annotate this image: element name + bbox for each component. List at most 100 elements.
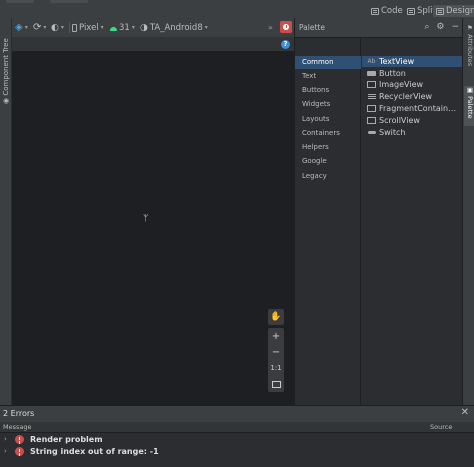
attributes-tab[interactable]: ⚑ Attributes [464,24,474,74]
actual-size-button[interactable]: 1:1 [268,360,284,376]
info-icon[interactable]: ? [281,40,290,49]
palette-item-textview[interactable]: Ab TextView [362,56,463,67]
gear-icon[interactable]: ⚙ [436,22,444,32]
palette-item-switch[interactable]: Switch [362,127,463,138]
textview-icon: Ab [367,58,376,65]
fit-screen-button[interactable] [268,376,284,392]
problems-header: 2 Errors ✕ [0,406,474,422]
api-level-dropdown[interactable]: 31 ▾ [110,21,135,34]
problems-panel: 2 Errors ✕ Message Source › Render probl… [0,405,474,467]
palette-category-common[interactable]: Common [295,56,361,69]
palette-category-widgets[interactable]: Widgets [295,98,361,111]
list-icon [367,93,376,100]
palette-categories: Common Text Buttons Widgets Layouts Cont… [295,37,361,405]
palette-panel: Palette ⌕ ⚙ − Common Text Buttons Widget… [294,18,463,405]
component-tree-tab[interactable]: ◉ Component Tree [2,38,10,104]
button-icon [367,71,376,76]
device-dropdown[interactable]: Pixel ▾ [72,21,104,34]
component-tree-strip[interactable]: ◉ Component Tree [0,18,12,405]
toolbar-divider [69,22,70,33]
palette-category-text[interactable]: Text [295,70,361,83]
chevron-down-icon: ▾ [204,24,208,31]
code-icon [371,7,379,15]
error-icon [15,446,24,456]
source-column-header[interactable]: Source [430,423,452,431]
api-level-label: 31 [119,22,130,33]
zoom-in-button[interactable]: + [268,328,284,344]
error-message: String index out of range: -1 [30,446,159,456]
component-tree-icon: ◉ [2,95,10,104]
problems-title: 2 Errors [3,409,35,418]
palette-item-label: Switch [379,128,406,137]
code-mode-button[interactable]: Code [368,5,406,17]
orientation-button[interactable]: ⟳ ▾ [33,21,46,34]
palette-item-label: ScrollView [379,116,420,125]
palette-item-imageview[interactable]: ImageView [362,79,463,90]
palette-category-helpers[interactable]: Helpers [295,141,361,154]
phone-icon [72,23,77,32]
split-icon [407,7,415,15]
palette-item-fragmentcontainer[interactable]: FragmentContain… [362,103,463,114]
palette-header: Palette ⌕ ⚙ − [295,18,463,37]
overflow-button[interactable]: » [268,21,273,34]
zoom-out-button[interactable]: − [268,344,284,360]
design-mode-button[interactable]: Design [433,5,474,17]
palette-tab[interactable]: ▣ Palette [464,86,474,126]
hand-icon: ✋ [270,312,282,322]
palette-item-label: Button [379,69,406,78]
night-mode-button[interactable]: ◐ ▾ [51,21,64,34]
attributes-icon: ⚑ [466,24,474,35]
device-label: Pixel [79,22,99,33]
right-tool-strip: ⚑ Attributes ▣ Palette [462,18,474,405]
palette-category-google[interactable]: Google [295,155,361,168]
palette-item-label: FragmentContain… [379,104,457,113]
component-tree-label: Component Tree [2,38,10,96]
theme-icon: ◑ [140,22,148,33]
design-canvas[interactable]: ᛘ [12,51,294,405]
render-error-badge[interactable] [280,21,292,33]
palette-item-recyclerview[interactable]: RecyclerView [362,91,463,102]
error-row[interactable]: › String index out of range: -1 [0,445,474,457]
layers-button[interactable]: ◈ ▾ [15,21,28,34]
design-mode-label: Design [446,6,474,16]
palette-category-buttons[interactable]: Buttons [295,84,361,97]
palette-item-label: ImageView [379,80,424,89]
chevron-down-icon: ▾ [43,24,47,31]
palette-title: Palette [299,23,325,32]
palette-body: Common Text Buttons Widgets Layouts Cont… [295,37,463,405]
scrollview-icon [367,117,376,124]
chevron-right-icon[interactable]: › [4,435,7,443]
problems-columns: Message Source [0,422,474,433]
theme-label: TA_Android8 [149,22,203,33]
layers-icon: ◈ [15,22,23,33]
chevron-down-icon: ▾ [24,24,28,31]
chevron-down-icon: ▾ [100,24,104,31]
chevron-right-icon[interactable]: › [4,447,7,455]
error-icon [15,434,24,444]
palette-category-legacy[interactable]: Legacy [295,170,361,183]
palette-category-containers[interactable]: Containers [295,127,361,140]
minus-icon: − [271,346,281,358]
search-icon[interactable]: ⌕ [424,22,429,32]
chevron-down-icon: ▾ [60,24,64,31]
night-mode-icon: ◐ [51,22,59,33]
palette-item-scrollview[interactable]: ScrollView [362,115,463,126]
view-mode-bar: Code Split Design [0,4,474,18]
close-icon[interactable]: ✕ [461,407,469,418]
chevron-down-icon: ▾ [131,24,135,31]
palette-tab-label: Palette [466,96,474,119]
rotate-icon: ⟳ [33,22,42,33]
pan-button[interactable]: ✋ [268,309,284,325]
image-icon [367,81,376,88]
error-message: Render problem [30,434,103,444]
design-icon [436,7,444,15]
error-row[interactable]: › Render problem [0,433,474,445]
cursor-icon: ᛘ [143,214,149,224]
theme-dropdown[interactable]: ◑ TA_Android8 ▾ [140,21,208,34]
message-column-header[interactable]: Message [3,423,32,431]
minimize-icon[interactable]: − [451,22,459,32]
editor-tab[interactable] [6,0,34,3]
editor-tab[interactable] [50,0,88,3]
palette-category-layouts[interactable]: Layouts [295,113,361,126]
palette-item-button[interactable]: Button [362,68,463,79]
